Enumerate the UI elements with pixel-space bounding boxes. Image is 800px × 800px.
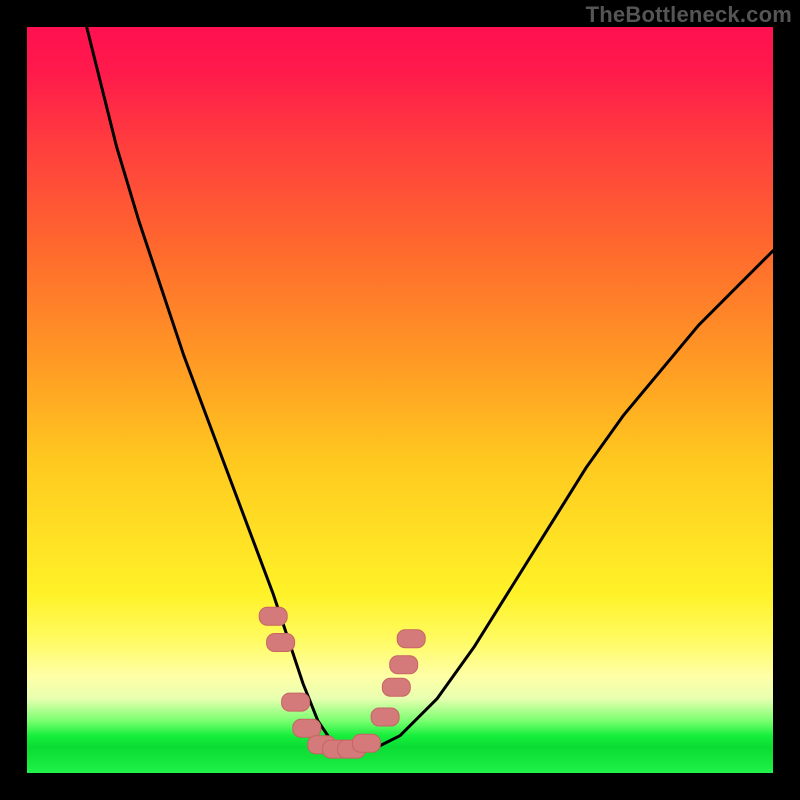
curve-marker (371, 708, 399, 726)
curve-marker (397, 630, 425, 648)
curve-marker (293, 719, 321, 737)
plot-area (27, 27, 773, 773)
curve-marker (267, 634, 295, 652)
watermark-label: TheBottleneck.com (586, 2, 792, 28)
curve-marker (282, 693, 310, 711)
bottleneck-curve (87, 27, 773, 751)
curve-marker (352, 734, 380, 752)
curve-marker (382, 678, 410, 696)
curve-marker (259, 607, 287, 625)
chart-frame: TheBottleneck.com (0, 0, 800, 800)
curve-marker (390, 656, 418, 674)
curve-layer (27, 27, 773, 773)
